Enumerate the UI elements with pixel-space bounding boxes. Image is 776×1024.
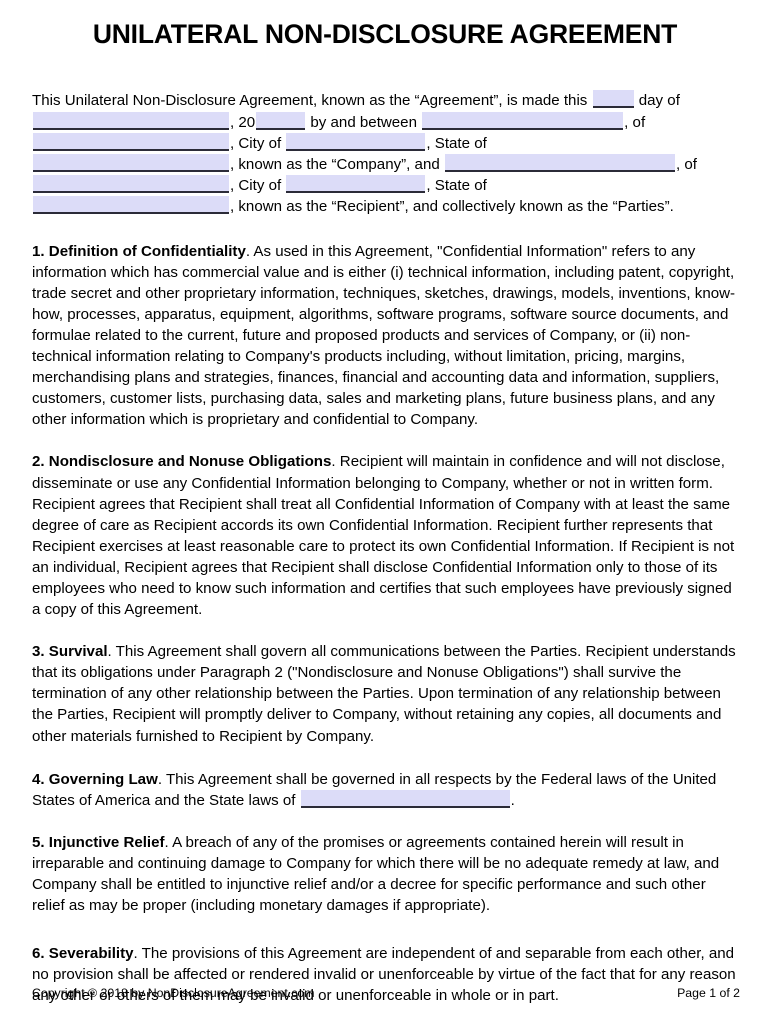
company-name-blank-field[interactable] <box>422 111 624 130</box>
governing-state-blank-field[interactable] <box>300 789 510 808</box>
section-2-body: . Recipient will maintain in confidence … <box>32 453 735 619</box>
intro-line-3: , City of , State of <box>32 132 738 154</box>
section-2-number: 2. <box>32 453 45 471</box>
intro-text-2: day of <box>638 92 680 110</box>
intro-text-9: , of <box>675 156 697 174</box>
section-1-heading: Definition of Confidentiality <box>48 242 246 260</box>
section-nondisclosure-and-nonuse-obligations: 2. Nondisclosure and Nonuse Obligations.… <box>32 451 738 620</box>
company-street-blank-field[interactable] <box>33 132 229 151</box>
section-4-body-after: . <box>510 791 515 809</box>
intro-text-6: , City of <box>230 134 282 152</box>
section-3-body: . This Agreement shall govern all commun… <box>32 643 736 745</box>
intro-text-12: , known as the “Recipient”, and collecti… <box>230 198 674 216</box>
section-3-number: 3. <box>32 643 45 661</box>
intro-text-8: , known as the “Company”, and <box>230 156 440 174</box>
intro-line-2: , 20 by and between , of <box>32 111 738 133</box>
section-1-body: . As used in this Agreement, "Confidenti… <box>32 242 736 429</box>
intro-text-7: , State of <box>426 134 487 152</box>
intro-line-5: , City of , State of <box>32 175 738 196</box>
document-page: UNILATERAL NON-DISCLOSURE AGREEMENT This… <box>0 0 776 1024</box>
year-blank-field[interactable] <box>256 111 306 130</box>
copyright-notice: Copyright © 2018 by NonDisclosureAgreeme… <box>32 986 315 1000</box>
section-survival: 3. Survival. This Agreement shall govern… <box>32 641 738 746</box>
section-6-number: 6. <box>32 945 45 963</box>
section-4-heading: Governing Law <box>48 770 158 788</box>
section-5-heading: Injunctive Relief <box>48 833 165 851</box>
recipient-street-blank-field[interactable] <box>33 175 229 194</box>
section-1-number: 1. <box>32 242 45 260</box>
intro-text-5: , of <box>624 113 646 131</box>
intro-text-4: by and between <box>310 113 417 131</box>
page-footer: Copyright © 2018 by NonDisclosureAgreeme… <box>32 986 740 1001</box>
intro-text-11: , State of <box>426 177 487 195</box>
section-4-number: 4. <box>32 770 45 788</box>
company-city-blank-field[interactable] <box>286 132 426 151</box>
recipient-state-blank-field[interactable] <box>33 196 229 215</box>
section-definition-of-confidentiality: 1. Definition of Confidentiality. As use… <box>32 241 738 431</box>
month-blank-field[interactable] <box>33 111 229 130</box>
section-2-heading: Nondisclosure and Nonuse Obligations <box>48 453 332 471</box>
section-injunctive-relief: 5. Injunctive Relief. A breach of any of… <box>32 832 738 916</box>
page-content: UNILATERAL NON-DISCLOSURE AGREEMENT This… <box>32 0 738 1007</box>
intro-line-4: , known as the “Company”, and , of <box>32 154 738 175</box>
recipient-name-blank-field[interactable] <box>444 154 675 173</box>
company-state-blank-field[interactable] <box>33 154 229 173</box>
agreement-intro-paragraph: This Unilateral Non-Disclosure Agreement… <box>32 90 738 217</box>
intro-text-3: , 20 <box>230 113 256 131</box>
section-governing-law: 4. Governing Law. This Agreement shall b… <box>32 769 738 811</box>
page-title: UNILATERAL NON-DISCLOSURE AGREEMENT <box>92 19 678 49</box>
page-number-label: Page 1 of 2 <box>677 986 740 1000</box>
section-6-heading: Severability <box>48 945 134 963</box>
intro-text-1: This Unilateral Non-Disclosure Agreement… <box>32 92 588 110</box>
intro-text-10: , City of <box>230 177 282 195</box>
day-blank-field[interactable] <box>592 90 634 109</box>
section-5-number: 5. <box>32 833 45 851</box>
section-3-heading: Survival <box>48 643 108 661</box>
recipient-city-blank-field[interactable] <box>286 175 426 194</box>
intro-line-1: This Unilateral Non-Disclosure Agreement… <box>32 90 738 111</box>
intro-line-6: , known as the “Recipient”, and collecti… <box>32 196 738 217</box>
